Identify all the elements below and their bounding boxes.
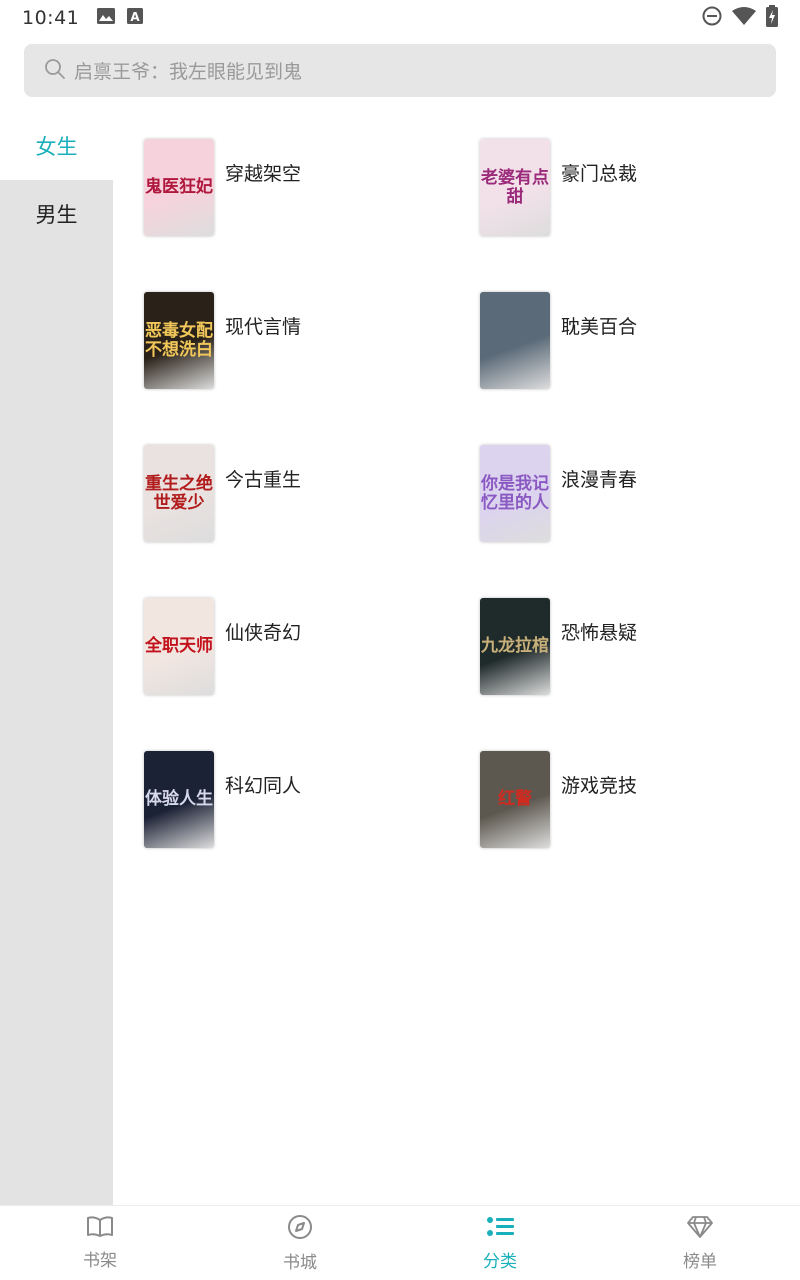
search-bar[interactable]: 启禀王爷：我左眼能见到鬼 bbox=[24, 44, 776, 97]
search-placeholder: 启禀王爷：我左眼能见到鬼 bbox=[74, 61, 303, 83]
svg-text:A: A bbox=[131, 10, 141, 24]
nav-label: 分类 bbox=[483, 1251, 517, 1272]
status-bar: 10:41 A bbox=[0, 0, 800, 36]
category-label: 耽美百合 bbox=[561, 316, 638, 338]
category-label: 豪门总裁 bbox=[561, 163, 638, 185]
nav-category[interactable]: 分类 bbox=[400, 1206, 600, 1280]
diamond-icon bbox=[686, 1215, 714, 1243]
cover-title: 体验人生 bbox=[145, 789, 213, 809]
cover-title: 鬼医狂妃 bbox=[145, 177, 213, 197]
book-cover: 重生之绝世爱少 bbox=[144, 445, 214, 542]
category-item[interactable]: 全职天师 仙侠奇幻 bbox=[144, 598, 444, 698]
category-label: 穿越架空 bbox=[225, 163, 302, 185]
sidebar-item-label: 男生 bbox=[35, 203, 78, 227]
nav-label: 榜单 bbox=[683, 1251, 717, 1272]
do-not-disturb-icon bbox=[702, 6, 722, 30]
category-label: 现代言情 bbox=[225, 316, 302, 338]
sidebar-item-male[interactable]: 男生 bbox=[0, 180, 113, 248]
font-a-icon: A bbox=[127, 8, 144, 28]
nav-bookstore[interactable]: 书城 bbox=[200, 1206, 400, 1280]
nav-label: 书城 bbox=[283, 1252, 317, 1273]
book-cover bbox=[480, 292, 550, 389]
cover-title: 恶毒女配不想洗白 bbox=[145, 320, 213, 360]
book-cover: 全职天师 bbox=[144, 598, 214, 695]
gender-sidebar: 女生 男生 bbox=[0, 112, 113, 1205]
category-item[interactable]: 九龙拉棺 恐怖悬疑 bbox=[480, 598, 780, 698]
category-label: 浪漫青春 bbox=[561, 469, 638, 491]
cover-title: 九龙拉棺 bbox=[481, 636, 549, 656]
book-cover: 恶毒女配不想洗白 bbox=[144, 292, 214, 389]
category-item[interactable]: 红警 游戏竞技 bbox=[480, 751, 780, 851]
cover-title: 重生之绝世爱少 bbox=[145, 473, 213, 513]
compass-icon bbox=[287, 1214, 313, 1244]
book-cover: 老婆有点甜 bbox=[480, 139, 550, 236]
nav-ranking[interactable]: 榜单 bbox=[600, 1206, 800, 1280]
book-cover: 九龙拉棺 bbox=[480, 598, 550, 695]
book-cover: 红警 bbox=[480, 751, 550, 848]
nav-bookshelf[interactable]: 书架 bbox=[0, 1206, 200, 1280]
category-item[interactable]: 耽美百合 bbox=[480, 292, 780, 392]
book-cover: 鬼医狂妃 bbox=[144, 139, 214, 236]
category-item[interactable]: 鬼医狂妃 穿越架空 bbox=[144, 139, 444, 239]
cover-title: 老婆有点甜 bbox=[481, 167, 549, 207]
nav-label: 书架 bbox=[83, 1250, 117, 1271]
category-label: 科幻同人 bbox=[225, 775, 302, 797]
category-item[interactable]: 体验人生 科幻同人 bbox=[144, 751, 444, 851]
search-icon bbox=[44, 58, 66, 84]
category-label: 今古重生 bbox=[225, 469, 302, 491]
book-open-icon bbox=[87, 1215, 113, 1242]
book-cover: 你是我记忆里的人 bbox=[480, 445, 550, 542]
category-item[interactable]: 恶毒女配不想洗白 现代言情 bbox=[144, 292, 444, 392]
image-icon bbox=[97, 8, 116, 28]
list-icon bbox=[486, 1215, 514, 1243]
book-cover: 体验人生 bbox=[144, 751, 214, 848]
category-label: 恐怖悬疑 bbox=[561, 622, 638, 644]
wifi-icon bbox=[732, 7, 756, 29]
category-item[interactable]: 你是我记忆里的人 浪漫青春 bbox=[480, 445, 780, 545]
sidebar-item-female[interactable]: 女生 bbox=[0, 112, 113, 180]
category-item[interactable]: 老婆有点甜 豪门总裁 bbox=[480, 139, 780, 239]
status-time: 10:41 bbox=[22, 7, 80, 29]
cover-title: 你是我记忆里的人 bbox=[481, 473, 549, 513]
sidebar-item-label: 女生 bbox=[35, 135, 78, 159]
cover-title: 全职天师 bbox=[145, 636, 213, 656]
category-label: 游戏竞技 bbox=[561, 775, 638, 797]
bottom-nav: 书架 书城 分类 榜单 bbox=[0, 1205, 800, 1280]
cover-title: 红警 bbox=[498, 789, 532, 809]
battery-charging-icon bbox=[766, 5, 778, 31]
category-item[interactable]: 重生之绝世爱少 今古重生 bbox=[144, 445, 444, 545]
category-label: 仙侠奇幻 bbox=[225, 622, 302, 644]
